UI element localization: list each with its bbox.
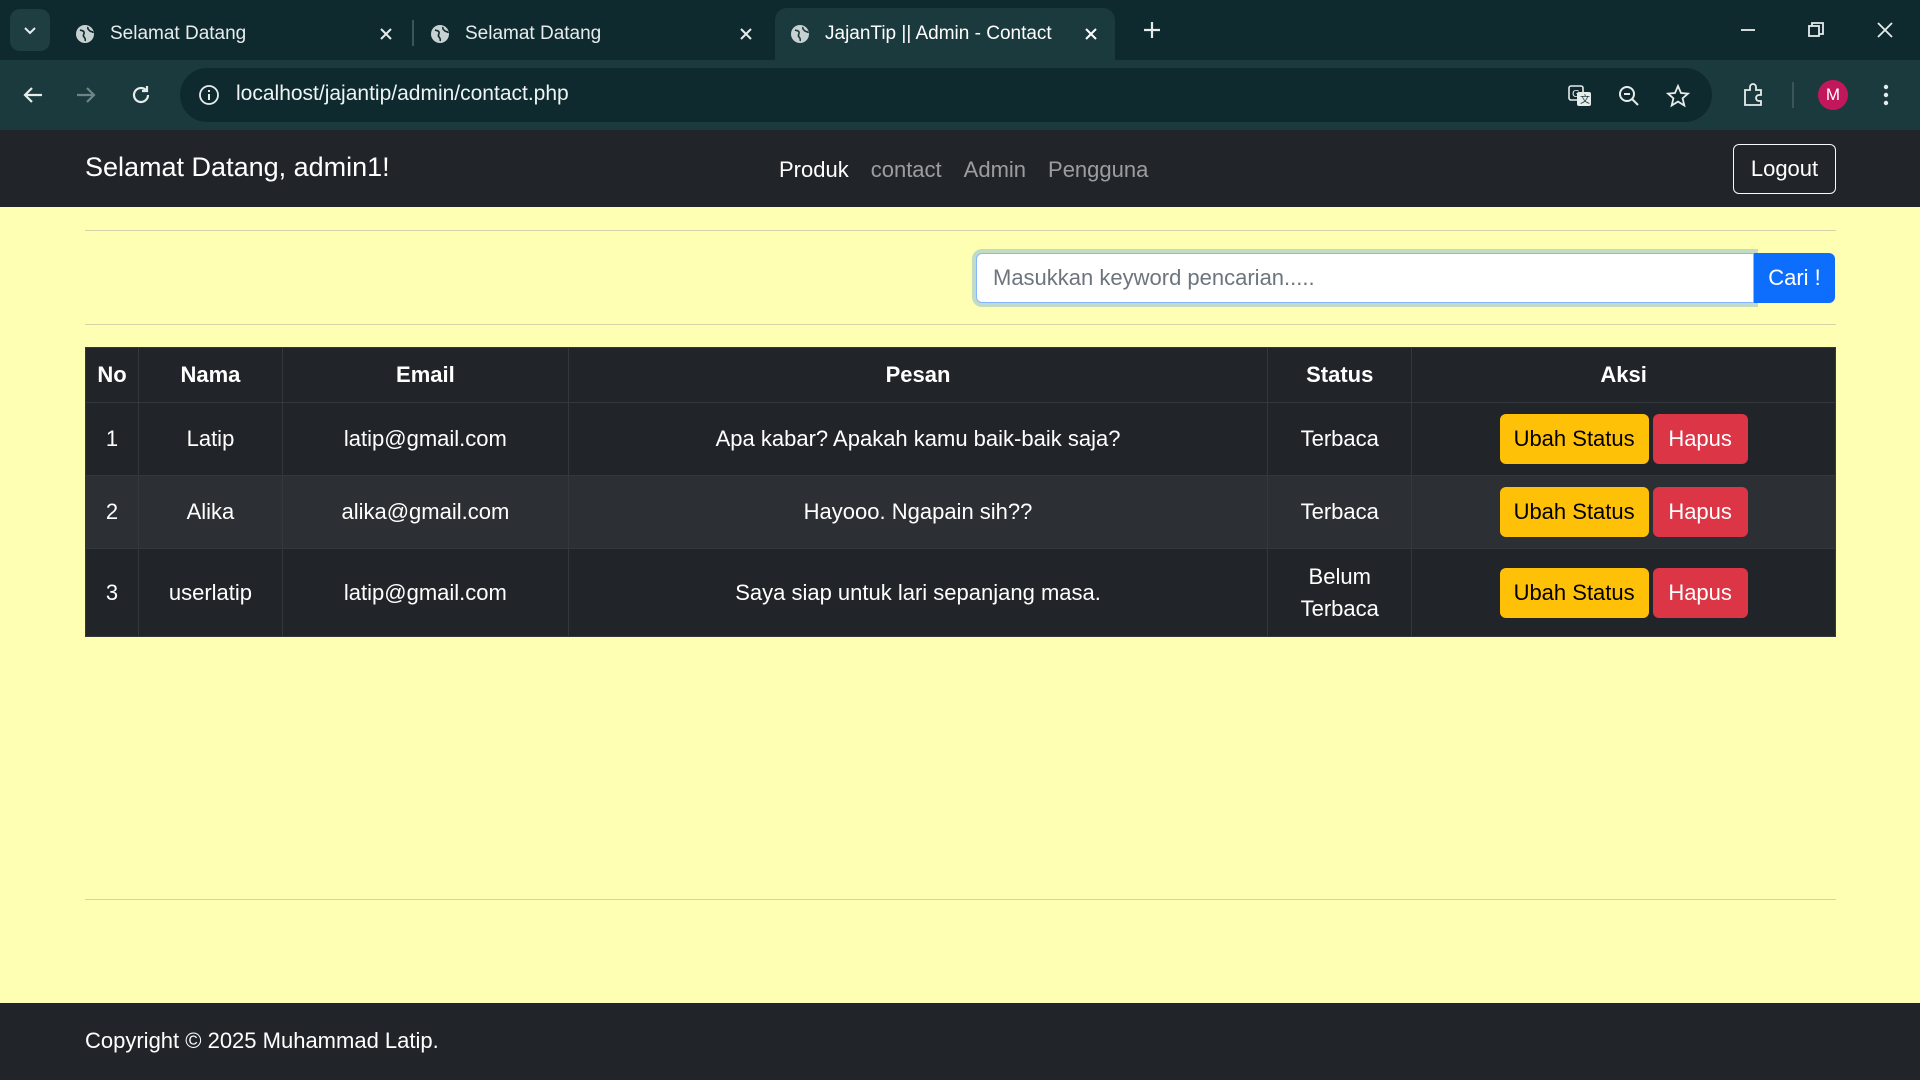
arrow-left-icon	[23, 87, 42, 103]
delete-button[interactable]: Hapus	[1652, 567, 1748, 618]
cell-pesan: Saya siap untuk lari sepanjang masa.	[567, 548, 1269, 637]
table-row: 1 Latip latip@gmail.com Apa kabar? Apaka…	[85, 402, 1836, 476]
restore-icon	[1808, 22, 1824, 37]
contact-table: No Nama Email Pesan Status Aksi 1 Latip …	[85, 347, 1836, 637]
browser-toolbar: localhost/jajantip/admin/contact.php G文 …	[0, 60, 1920, 130]
table-row: 2 Alika alika@gmail.com Hayooo. Ngapain …	[85, 475, 1836, 549]
column-header-pesan: Pesan	[567, 347, 1269, 403]
minimize-button[interactable]	[1730, 12, 1766, 48]
globe-icon	[791, 25, 809, 43]
profile-avatar[interactable]: M	[1818, 80, 1848, 110]
divider	[85, 899, 1836, 900]
bookmark-star-icon[interactable]	[1663, 81, 1693, 111]
reload-button[interactable]	[123, 77, 159, 113]
close-window-button[interactable]	[1867, 12, 1903, 48]
browser-tab-active[interactable]: JajanTip || Admin - Contact	[775, 8, 1115, 60]
globe-icon	[76, 25, 94, 43]
chevron-down-icon	[24, 27, 36, 35]
cell-email: latip@gmail.com	[281, 402, 569, 476]
admin-navbar: Selamat Datang, admin1! Produk contact A…	[0, 130, 1920, 207]
column-header-nama: Nama	[137, 347, 283, 403]
tab-title: Selamat Datang	[110, 23, 247, 44]
divider	[85, 230, 1836, 231]
change-status-button[interactable]: Ubah Status	[1499, 414, 1649, 464]
nav-link-contact[interactable]: contact	[871, 157, 942, 183]
column-header-aksi: Aksi	[1411, 347, 1836, 403]
svg-text:文: 文	[1580, 93, 1590, 106]
toolbar-divider	[1792, 82, 1794, 108]
tab-title: Selamat Datang	[465, 23, 602, 44]
cell-nama: Alika	[137, 475, 283, 549]
tab-search-button[interactable]	[10, 9, 50, 51]
cell-no: 3	[85, 548, 139, 637]
copyright-text: Copyright © 2025 Muhammad Latip.	[85, 1028, 439, 1053]
delete-button[interactable]: Hapus	[1652, 487, 1748, 537]
table-row: 3 userlatip latip@gmail.com Saya siap un…	[85, 548, 1836, 637]
column-header-email: Email	[281, 347, 569, 403]
cell-nama: Latip	[137, 402, 283, 476]
cell-no: 1	[85, 402, 139, 476]
change-status-button[interactable]: Ubah Status	[1499, 487, 1649, 537]
cell-status: Terbaca	[1267, 402, 1413, 476]
nav-link-admin[interactable]: Admin	[964, 157, 1026, 183]
cell-pesan: Hayooo. Ngapain sih??	[567, 475, 1269, 549]
close-icon[interactable]	[376, 24, 396, 44]
translate-icon[interactable]: G文	[1565, 81, 1595, 111]
tab-title: JajanTip || Admin - Contact	[825, 23, 1052, 44]
change-status-button[interactable]: Ubah Status	[1499, 567, 1649, 618]
close-icon	[1877, 22, 1893, 38]
column-header-no: No	[85, 347, 139, 403]
reload-icon	[132, 86, 150, 104]
plus-icon	[1144, 22, 1160, 38]
page-footer: Copyright © 2025 Muhammad Latip.	[0, 1003, 1920, 1080]
divider	[85, 324, 1836, 325]
globe-icon	[431, 25, 449, 43]
table-header-row: No Nama Email Pesan Status Aksi	[85, 347, 1836, 403]
back-button[interactable]	[15, 77, 51, 113]
arrow-right-icon	[77, 87, 96, 103]
nav-link-pengguna[interactable]: Pengguna	[1048, 157, 1148, 183]
search-button[interactable]: Cari !	[1754, 253, 1835, 303]
column-header-status: Status	[1267, 347, 1413, 403]
url-text[interactable]: localhost/jajantip/admin/contact.php	[236, 82, 569, 106]
cell-email: latip@gmail.com	[281, 548, 569, 637]
close-icon[interactable]	[1081, 24, 1101, 44]
cell-pesan: Apa kabar? Apakah kamu baik-baik saja?	[567, 402, 1269, 476]
cell-aksi: Ubah Status Hapus	[1411, 548, 1836, 637]
zoom-icon[interactable]	[1614, 81, 1644, 111]
forward-button[interactable]	[68, 77, 104, 113]
search-input[interactable]	[976, 253, 1754, 303]
cell-no: 2	[85, 475, 139, 549]
cell-status: Terbaca	[1267, 475, 1413, 549]
minimize-icon	[1741, 29, 1755, 31]
browser-tab-strip: Selamat Datang Selamat Datang JajanTip |…	[0, 0, 1920, 60]
cell-aksi: Ubah Status Hapus	[1411, 475, 1836, 549]
restore-button[interactable]	[1798, 12, 1834, 48]
cell-status: Belum Terbaca	[1267, 548, 1413, 637]
navbar-brand[interactable]: Selamat Datang, admin1!	[85, 152, 390, 183]
cell-email: alika@gmail.com	[281, 475, 569, 549]
nav-link-produk[interactable]: Produk	[779, 157, 849, 183]
browser-tab[interactable]: Selamat Datang	[60, 8, 410, 60]
browser-tab[interactable]: Selamat Datang	[415, 8, 770, 60]
logout-button[interactable]: Logout	[1733, 144, 1836, 194]
cell-nama: userlatip	[137, 548, 283, 637]
menu-kebab-icon[interactable]	[1868, 77, 1904, 113]
delete-button[interactable]: Hapus	[1652, 414, 1748, 464]
cell-aksi: Ubah Status Hapus	[1411, 402, 1836, 476]
extensions-icon[interactable]	[1736, 77, 1772, 113]
address-bar[interactable]: localhost/jajantip/admin/contact.php G文	[180, 68, 1712, 122]
site-info-icon[interactable]	[194, 80, 224, 110]
nav-links: Produk contact Admin Pengguna	[779, 157, 1148, 183]
tab-divider	[412, 20, 414, 46]
new-tab-button[interactable]	[1138, 16, 1166, 44]
close-icon[interactable]	[736, 24, 756, 44]
